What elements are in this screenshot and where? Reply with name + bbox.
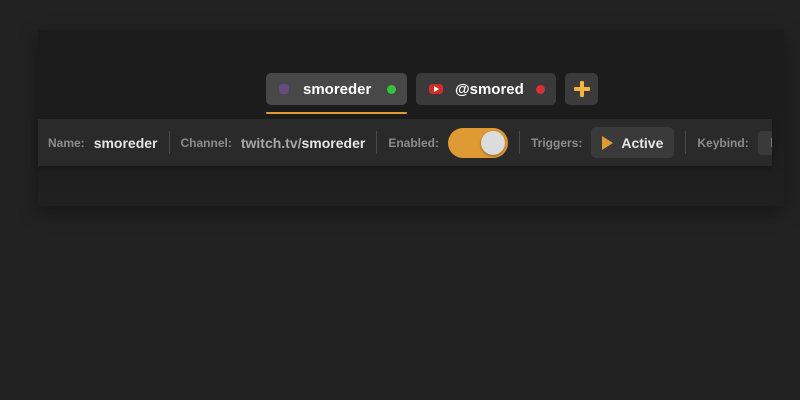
plus-icon: [573, 81, 590, 97]
online-status-dot: [387, 84, 396, 94]
enabled-label: Enabled:: [388, 135, 439, 150]
triggers-active-button[interactable]: Active: [591, 127, 675, 158]
streamer-panel: [38, 30, 784, 206]
active-tab-indicator: [266, 112, 407, 114]
name-value: smoreder: [93, 134, 158, 151]
channel-prefix: twitch.tv/: [240, 134, 302, 151]
triggers-label: Triggers:: [531, 135, 583, 150]
settings-toolbar: Name: smoreder Channel: twitch.tv/smored…: [38, 119, 772, 166]
youtube-icon: [429, 84, 443, 94]
channel-name: smoreder: [301, 134, 366, 151]
channel-label: Channel:: [180, 135, 232, 150]
toggle-knob: [481, 130, 505, 155]
name-label: Name:: [48, 135, 85, 150]
add-account-button[interactable]: [565, 73, 598, 105]
divider: [685, 131, 687, 154]
offline-status-dot: [536, 84, 545, 94]
tab-twitch-smoreder[interactable]: smoreder: [266, 73, 407, 114]
channel-value[interactable]: twitch.tv/smoreder: [241, 135, 365, 151]
keybind-input[interactable]: N: [757, 130, 772, 155]
tab-label: @smored: [455, 80, 524, 98]
twitch-icon: [279, 84, 289, 94]
tab-youtube-smored[interactable]: @smored: [416, 73, 556, 105]
keybind-label: Keybind:: [697, 135, 749, 150]
tab-label: smoreder: [303, 80, 372, 98]
enabled-toggle[interactable]: [448, 127, 508, 158]
divider: [376, 131, 378, 154]
account-tabs: smoreder @smored: [266, 73, 598, 114]
play-icon: [602, 135, 614, 150]
triggers-button-label: Active: [621, 134, 664, 151]
divider: [168, 131, 170, 154]
divider: [519, 131, 520, 154]
